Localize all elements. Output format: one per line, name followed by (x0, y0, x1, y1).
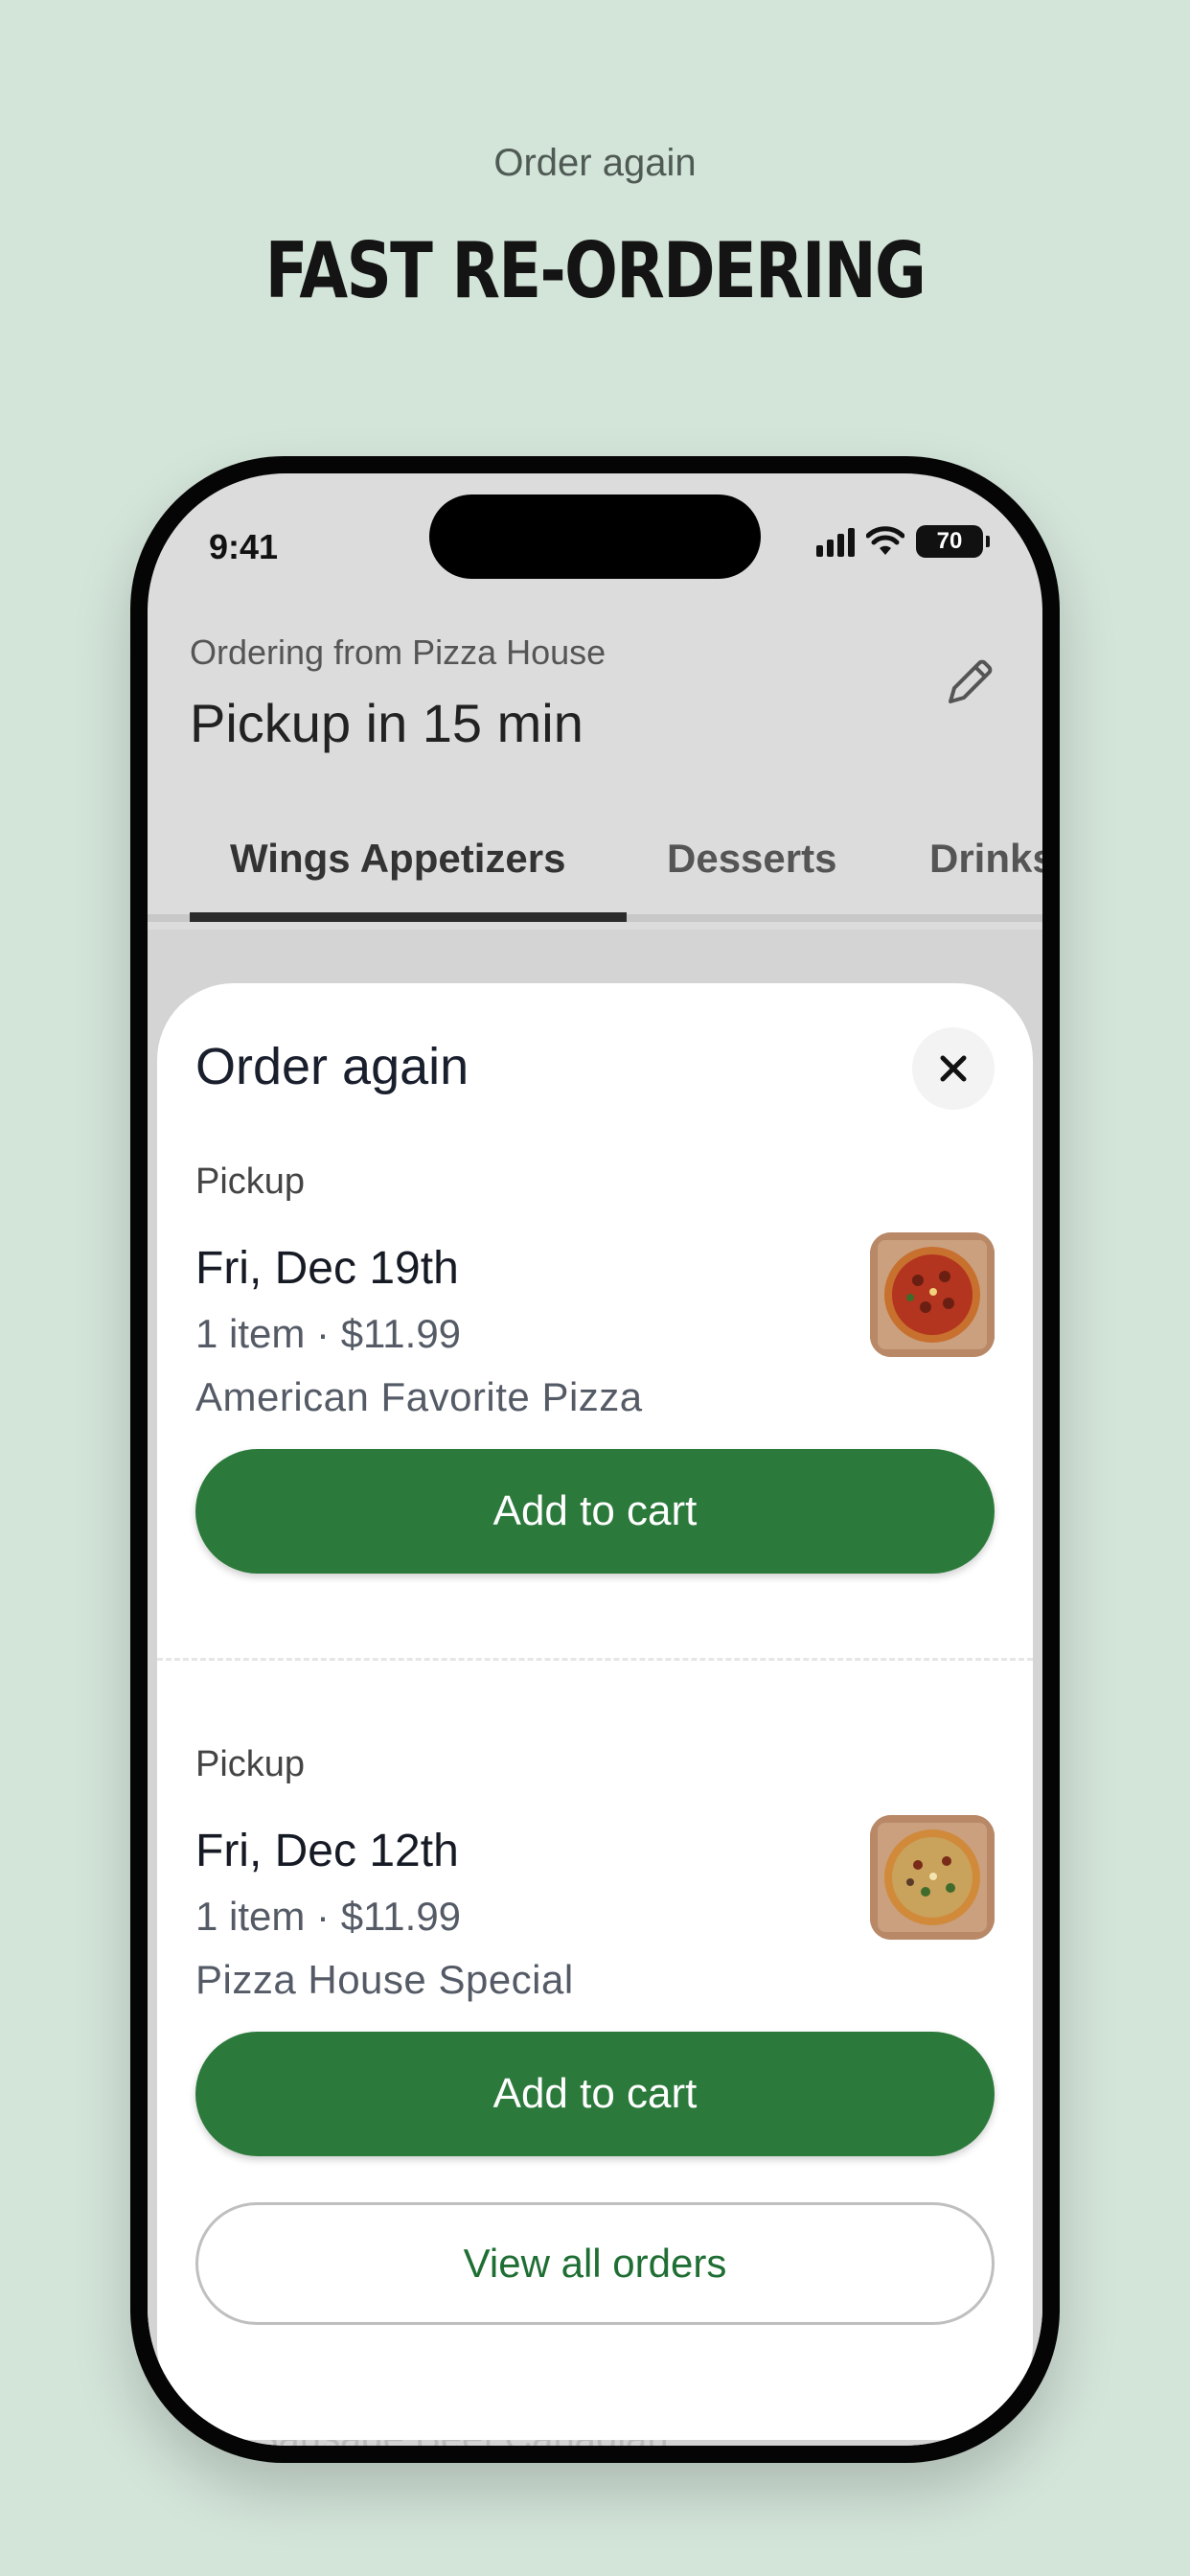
view-all-orders-button[interactable]: View all orders (195, 2202, 995, 2325)
pencil-icon[interactable] (939, 652, 1000, 713)
active-tab-indicator (190, 912, 627, 922)
battery-icon: 70 (916, 525, 990, 558)
order-divider (157, 1658, 1033, 1661)
tab-wings-appetizers[interactable]: Wings Appetizers (230, 836, 565, 882)
order-meta: 1 item · $11.99 (195, 1894, 462, 1939)
order-date: Fri, Dec 12th (195, 1826, 459, 1876)
order-meta: 1 item · $11.99 (195, 1311, 462, 1356)
phone-frame: 9:41 70 Ordering from Pizza House Pickup… (130, 456, 1060, 2463)
promo-subtitle: Order again (493, 142, 697, 184)
signal-icon (816, 526, 855, 557)
tab-desserts[interactable]: Desserts (667, 836, 836, 882)
wifi-icon (866, 526, 904, 555)
close-icon (940, 1055, 967, 1082)
phone-screen: 9:41 70 Ordering from Pizza House Pickup… (148, 473, 1042, 2446)
order-item-name: Pizza House Special (195, 1957, 574, 2002)
dynamic-island (429, 494, 761, 579)
pickup-time[interactable]: Pickup in 15 min (190, 692, 584, 754)
sheet-title: Order again (195, 1038, 469, 1095)
order-item-name: American Favorite Pizza (195, 1374, 643, 1419)
pizza-thumbnail (870, 1815, 995, 1940)
status-time: 9:41 (209, 527, 279, 566)
order-type: Pickup (195, 1162, 306, 1202)
status-icons: 70 (816, 525, 990, 558)
close-button[interactable] (912, 1027, 995, 1110)
order-again-sheet: Order again Pickup Fri, Dec 19th 1 item … (157, 983, 1033, 2440)
order-type: Pickup (195, 1744, 306, 1784)
promo-title: FAST RE-ORDERING (264, 226, 927, 315)
pizza-thumbnail (870, 1232, 995, 1357)
tab-drinks[interactable]: Drinks (929, 836, 1042, 882)
order-date: Fri, Dec 19th (195, 1243, 459, 1294)
category-tabs: Wings Appetizers Desserts Drinks (148, 818, 1042, 922)
ordering-from-label: Ordering from Pizza House (190, 632, 606, 672)
add-to-cart-button[interactable]: Add to cart (195, 2032, 995, 2156)
add-to-cart-button[interactable]: Add to cart (195, 1449, 995, 1574)
